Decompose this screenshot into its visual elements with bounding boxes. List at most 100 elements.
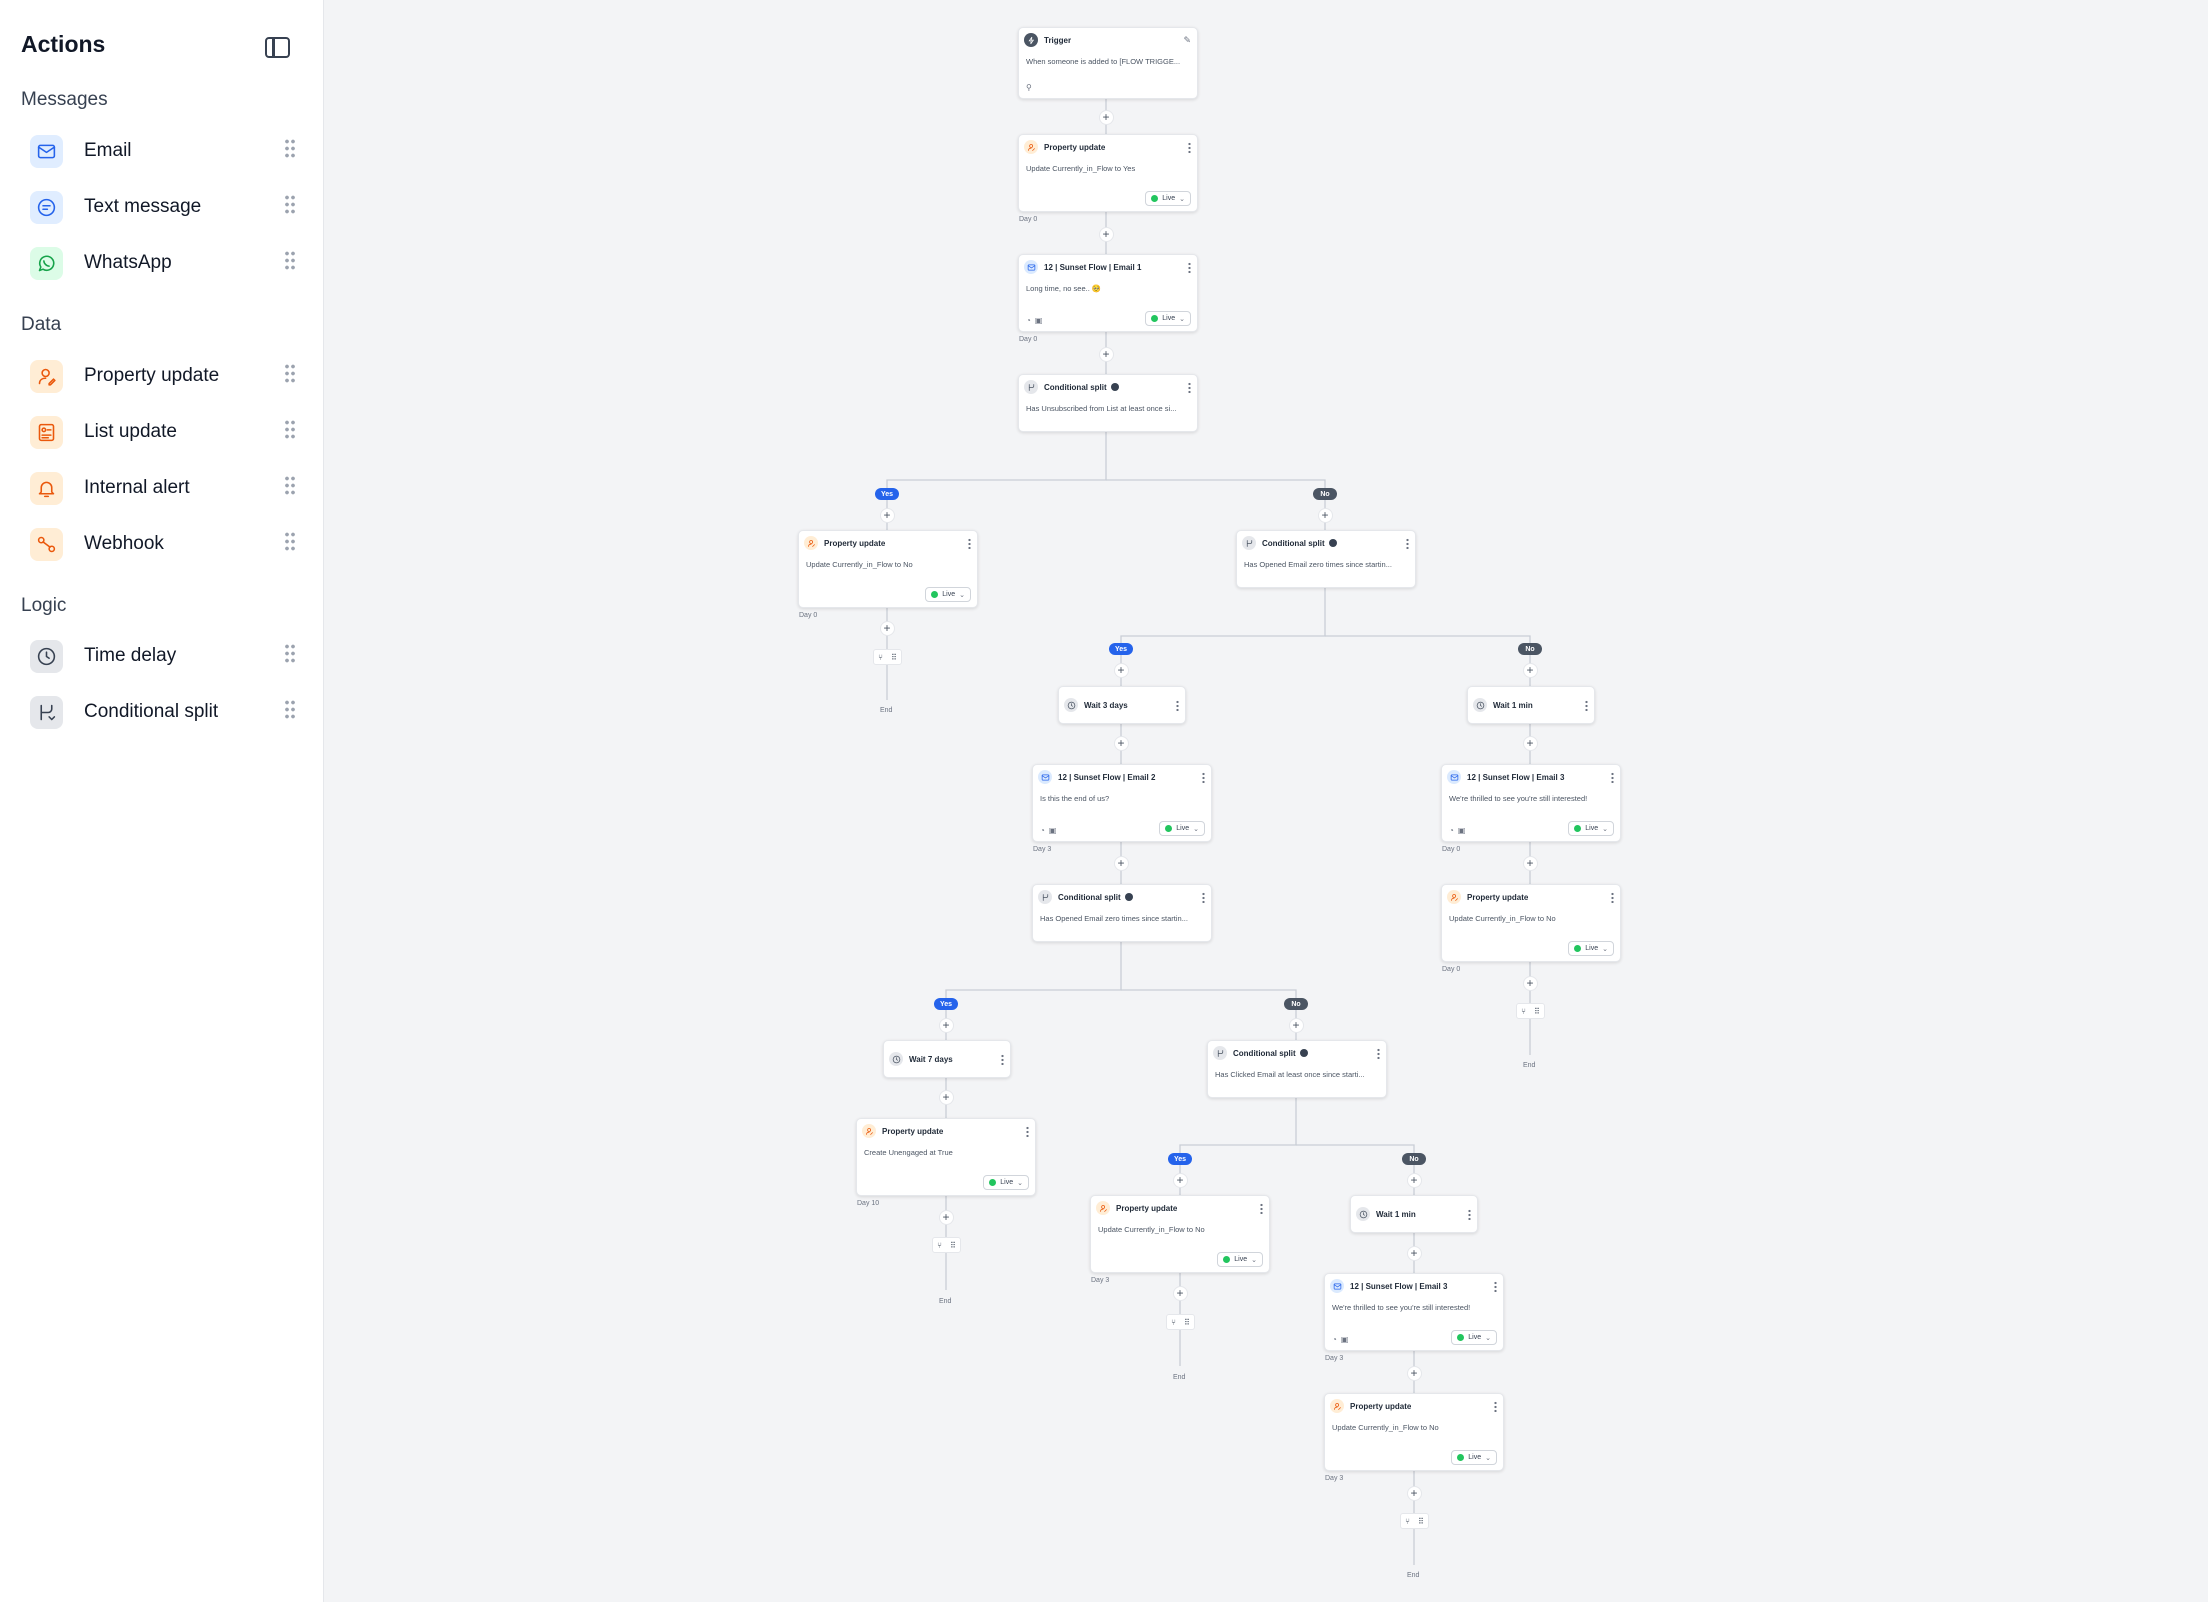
flow-node-email3a[interactable]: 12 | Sunset Flow | Email 3 We're thrilled…: [1441, 764, 1621, 842]
add-step-button[interactable]: +: [1098, 109, 1114, 125]
status-select[interactable]: Live ⌄: [1451, 1330, 1497, 1345]
drag-handle-icon[interactable]: [284, 138, 296, 160]
split-icon[interactable]: ⑂: [1521, 1007, 1526, 1016]
grid-icon[interactable]: ⠿: [891, 653, 897, 662]
add-step-button[interactable]: +: [1406, 1485, 1422, 1501]
more-options-icon[interactable]: [1202, 891, 1205, 903]
status-select[interactable]: Live ⌄: [925, 587, 971, 602]
info-icon[interactable]: [1124, 893, 1133, 901]
sidebar-item-email[interactable]: Email: [30, 131, 296, 171]
branch-end-controls[interactable]: ⑂ ⠿: [1400, 1513, 1429, 1529]
add-step-button[interactable]: +: [938, 1017, 954, 1033]
flow-node-cs1[interactable]: Conditional split Has Unsubscribed from L…: [1018, 374, 1198, 432]
drag-handle-icon[interactable]: [284, 194, 296, 216]
more-options-icon[interactable]: [1585, 699, 1588, 711]
sidebar-item-internal-alert[interactable]: Internal alert: [30, 468, 296, 508]
status-select[interactable]: Live ⌄: [1217, 1252, 1263, 1267]
info-icon[interactable]: [1299, 1049, 1308, 1057]
status-select[interactable]: Live ⌄: [1568, 941, 1614, 956]
drag-handle-icon[interactable]: [284, 419, 296, 441]
sidebar-item-list-update[interactable]: List update: [30, 412, 296, 452]
drag-handle-icon[interactable]: [284, 699, 296, 721]
add-step-button[interactable]: +: [1098, 346, 1114, 362]
add-step-button[interactable]: +: [1406, 1172, 1422, 1188]
flow-node-trigger[interactable]: Trigger ✎ When someone is added to [FLOW T…: [1018, 27, 1198, 99]
status-select[interactable]: Live ⌄: [1451, 1450, 1497, 1465]
branch-end-controls[interactable]: ⑂ ⠿: [1516, 1003, 1545, 1019]
add-step-button[interactable]: +: [938, 1209, 954, 1225]
more-options-icon[interactable]: [1494, 1400, 1497, 1412]
add-step-button[interactable]: +: [1317, 507, 1333, 523]
split-icon[interactable]: ⑂: [1171, 1318, 1176, 1327]
sidebar-item-conditional-split[interactable]: Conditional split: [30, 692, 296, 732]
grid-icon[interactable]: ⠿: [1534, 1007, 1540, 1016]
flow-node-pu2[interactable]: Property update Update Currently_in_Flow …: [798, 530, 978, 608]
drag-handle-icon[interactable]: [284, 531, 296, 553]
flow-node-pu1[interactable]: Property update Update Currently_in_Flow …: [1018, 134, 1198, 212]
more-options-icon[interactable]: [1188, 261, 1191, 273]
more-options-icon[interactable]: [1377, 1047, 1380, 1059]
add-step-button[interactable]: +: [879, 507, 895, 523]
split-icon[interactable]: ⑂: [878, 653, 883, 662]
drag-handle-icon[interactable]: [284, 250, 296, 272]
status-select[interactable]: Live ⌄: [1159, 821, 1205, 836]
add-step-button[interactable]: +: [1113, 662, 1129, 678]
more-options-icon[interactable]: [1001, 1053, 1004, 1065]
more-options-icon[interactable]: [968, 537, 971, 549]
add-step-button[interactable]: +: [1522, 855, 1538, 871]
sidebar-item-property-update[interactable]: Property update: [30, 356, 296, 396]
add-step-button[interactable]: +: [1406, 1365, 1422, 1381]
split-icon[interactable]: ⑂: [1405, 1517, 1410, 1526]
flow-node-cs4[interactable]: Conditional split Has Clicked Email at le…: [1207, 1040, 1387, 1098]
more-options-icon[interactable]: [1202, 771, 1205, 783]
add-step-button[interactable]: +: [938, 1089, 954, 1105]
flow-node-email3b[interactable]: 12 | Sunset Flow | Email 3 We're thrilled…: [1324, 1273, 1504, 1351]
grid-icon[interactable]: ⠿: [1418, 1517, 1424, 1526]
flow-node-pu5[interactable]: Property update Update Currently_in_Flow …: [1090, 1195, 1270, 1273]
more-options-icon[interactable]: [1188, 141, 1191, 153]
flow-node-pu6[interactable]: Property update Update Currently_in_Flow …: [1324, 1393, 1504, 1471]
flow-node-wait3[interactable]: Wait 7 days: [883, 1040, 1011, 1078]
add-step-button[interactable]: +: [1098, 226, 1114, 242]
sidebar-toggle-icon[interactable]: [265, 37, 290, 58]
info-icon[interactable]: [1328, 539, 1337, 547]
more-options-icon[interactable]: [1494, 1280, 1497, 1292]
split-icon[interactable]: ⑂: [937, 1241, 942, 1250]
flow-node-email2[interactable]: 12 | Sunset Flow | Email 2 Is this the en…: [1032, 764, 1212, 842]
drag-handle-icon[interactable]: [284, 475, 296, 497]
flow-canvas[interactable]: Trigger ✎ When someone is added to [FLOW T…: [324, 0, 2208, 1602]
add-step-button[interactable]: +: [1522, 735, 1538, 751]
more-options-icon[interactable]: [1188, 381, 1191, 393]
edit-icon[interactable]: ✎: [1183, 35, 1191, 46]
add-step-button[interactable]: +: [1522, 662, 1538, 678]
branch-end-controls[interactable]: ⑂ ⠿: [932, 1237, 961, 1253]
add-step-button[interactable]: +: [1113, 855, 1129, 871]
flow-node-wait4[interactable]: Wait 1 min: [1350, 1195, 1478, 1233]
add-step-button[interactable]: +: [1113, 735, 1129, 751]
grid-icon[interactable]: ⠿: [1184, 1318, 1190, 1327]
flow-node-cs2[interactable]: Conditional split Has Opened Email zero t…: [1236, 530, 1416, 588]
info-icon[interactable]: [1110, 383, 1119, 391]
sidebar-item-webhook[interactable]: Webhook: [30, 524, 296, 564]
sidebar-item-time-delay[interactable]: Time delay: [30, 636, 296, 676]
grid-icon[interactable]: ⠿: [950, 1241, 956, 1250]
more-options-icon[interactable]: [1611, 771, 1614, 783]
flow-node-cs3[interactable]: Conditional split Has Opened Email zero t…: [1032, 884, 1212, 942]
more-options-icon[interactable]: [1176, 699, 1179, 711]
add-step-button[interactable]: +: [1172, 1285, 1188, 1301]
status-select[interactable]: Live ⌄: [1568, 821, 1614, 836]
flow-node-wait1[interactable]: Wait 3 days: [1058, 686, 1186, 724]
add-step-button[interactable]: +: [1172, 1172, 1188, 1188]
add-step-button[interactable]: +: [1288, 1017, 1304, 1033]
more-options-icon[interactable]: [1611, 891, 1614, 903]
flow-node-pu3[interactable]: Property update Update Currently_in_Flow …: [1441, 884, 1621, 962]
drag-handle-icon[interactable]: [284, 643, 296, 665]
more-options-icon[interactable]: [1468, 1208, 1471, 1220]
branch-end-controls[interactable]: ⑂ ⠿: [873, 649, 902, 665]
add-step-button[interactable]: +: [879, 620, 895, 636]
sidebar-item-whatsapp[interactable]: WhatsApp: [30, 243, 296, 283]
branch-end-controls[interactable]: ⑂ ⠿: [1166, 1314, 1195, 1330]
add-step-button[interactable]: +: [1522, 975, 1538, 991]
flow-node-pu4[interactable]: Property update Create Unengaged at True L…: [856, 1118, 1036, 1196]
status-select[interactable]: Live ⌄: [983, 1175, 1029, 1190]
